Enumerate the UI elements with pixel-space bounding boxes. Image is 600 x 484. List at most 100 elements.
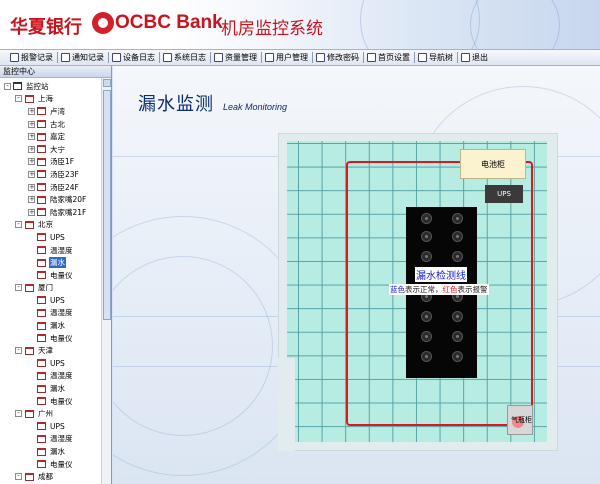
legend-alarm-word: 红色 <box>442 285 458 294</box>
toolbar-button-5[interactable]: 用户管理 <box>263 50 311 65</box>
expand-icon[interactable]: + <box>28 208 35 216</box>
rack-bolt-icon <box>452 311 463 322</box>
rack-bolt-icon <box>452 251 463 262</box>
legend-normal-word: 蓝色 <box>390 285 405 294</box>
tree-node[interactable]: 温湿度 <box>0 244 102 257</box>
rack-bolt-icon <box>452 231 463 242</box>
toolbar-button-0[interactable]: 报警记录 <box>8 50 56 65</box>
tree-node[interactable]: 电量仪 <box>0 269 102 282</box>
tree-node-label: 厦门 <box>38 283 53 293</box>
toolbar-separator <box>108 52 109 63</box>
device-folder-icon <box>25 283 34 292</box>
scroll-thumb[interactable] <box>103 90 111 320</box>
expand-icon[interactable]: + <box>28 120 35 128</box>
expand-icon[interactable]: + <box>28 145 35 153</box>
tree-node[interactable]: 温湿度 <box>0 307 102 320</box>
device-folder-icon <box>37 422 46 431</box>
tree-node[interactable]: 漏水 <box>0 445 102 458</box>
tree-node[interactable]: 温湿度 <box>0 433 102 446</box>
home-settings-icon <box>367 53 376 62</box>
tree-node[interactable]: 电量仪 <box>0 395 102 408</box>
rack-bolt-icon <box>421 213 432 224</box>
sidebar-scrollbar[interactable] <box>101 78 111 484</box>
collapse-icon[interactable]: - <box>15 473 22 481</box>
tree-node-label: 温湿度 <box>50 434 73 444</box>
tree-node[interactable]: - 成都 <box>0 470 102 483</box>
scroll-up-button[interactable] <box>103 79 111 87</box>
expand-icon[interactable]: + <box>28 196 35 204</box>
tree-node-label: 汤臣1F <box>50 157 75 167</box>
page-subtitle: Leak Monitoring <box>223 102 288 112</box>
tree-node[interactable]: 电量仪 <box>0 458 102 471</box>
expand-icon[interactable]: + <box>28 158 35 166</box>
collapse-icon[interactable]: - <box>15 284 22 292</box>
tree-node[interactable]: + 陆家嘴21F <box>0 206 102 219</box>
tree-node[interactable]: + 陆家嘴20F <box>0 193 102 206</box>
app-header: 华夏银行 OCBC Bank 机房监控系统 <box>0 0 600 80</box>
device-folder-icon <box>37 183 46 192</box>
toolbar-separator <box>457 52 458 63</box>
toolbar-separator <box>261 52 262 63</box>
toolbar-button-7[interactable]: 首页设置 <box>365 50 413 65</box>
change-password-icon <box>316 53 325 62</box>
toolbar-button-8[interactable]: 导航树 <box>416 50 456 65</box>
toolbar-button-9[interactable]: 退出 <box>459 50 491 65</box>
toolbar-button-2[interactable]: 设备日志 <box>110 50 158 65</box>
toolbar-button-6[interactable]: 修改密码 <box>314 50 362 65</box>
tree-node[interactable]: - 天津 <box>0 344 102 357</box>
battery-cabinet[interactable]: 电池柜 <box>460 149 526 179</box>
tree-node[interactable]: 漏水 <box>0 382 102 395</box>
tree-node[interactable]: UPS <box>0 231 102 244</box>
legend-normal-text: 表示正常， <box>405 285 443 294</box>
tree-node-label: 温湿度 <box>50 245 73 255</box>
tree-node[interactable]: - 广州 <box>0 407 102 420</box>
tree-node[interactable]: + 汤臣24F <box>0 181 102 194</box>
device-folder-icon <box>25 346 34 355</box>
tree-node[interactable]: - 监控站 <box>0 80 102 93</box>
bank-name-cn: 华夏银行 <box>10 17 82 38</box>
tree-node[interactable]: - 上海 <box>0 93 102 106</box>
tree-node[interactable]: 漏水 <box>0 319 102 332</box>
expand-icon[interactable]: + <box>28 133 35 141</box>
expand-icon[interactable]: + <box>28 183 35 191</box>
expand-icon[interactable]: + <box>28 170 35 178</box>
toolbar-button-3[interactable]: 系统日志 <box>161 50 209 65</box>
device-folder-icon <box>37 107 46 116</box>
device-folder-icon <box>25 220 34 229</box>
device-folder-icon <box>37 208 46 217</box>
gas-cylinder-cabinet[interactable]: 气瓶柜 <box>507 405 533 435</box>
expand-icon[interactable]: + <box>28 107 35 115</box>
tree-node[interactable]: + 汤臣1F <box>0 156 102 169</box>
tree-node[interactable]: 温湿度 <box>0 370 102 383</box>
rack-bolt-icon <box>421 311 432 322</box>
toolbar-button-1[interactable]: 通知记录 <box>59 50 107 65</box>
tree-node[interactable]: UPS <box>0 357 102 370</box>
tree-node[interactable]: + 大宁 <box>0 143 102 156</box>
toolbar-button-label: 报警记录 <box>21 53 53 62</box>
tree-node-label: 温湿度 <box>50 371 73 381</box>
tree-node[interactable]: - 厦门 <box>0 282 102 295</box>
tree-node[interactable]: 漏水 <box>0 256 102 269</box>
rack-bolt-icon <box>452 351 463 362</box>
tree-node[interactable]: UPS <box>0 420 102 433</box>
main-panel: 漏水监测 Leak Monitoring 电池柜 UPS 漏水检测线 蓝色表示正… <box>113 66 600 484</box>
collapse-icon[interactable]: - <box>15 347 22 355</box>
collapse-icon[interactable]: - <box>15 95 22 103</box>
tree-node-label: 漏水 <box>49 257 66 269</box>
tree-node[interactable]: + 古北 <box>0 118 102 131</box>
toolbar-button-label: 退出 <box>472 53 488 62</box>
tree-node[interactable]: - 北京 <box>0 219 102 232</box>
tree-node[interactable]: + 嘉定 <box>0 130 102 143</box>
ups-unit[interactable]: UPS <box>485 185 523 203</box>
tree-node-label: 卢湾 <box>50 106 65 116</box>
collapse-icon[interactable]: - <box>15 221 22 229</box>
collapse-icon[interactable]: - <box>4 82 11 90</box>
tree-node[interactable]: + 汤臣23F <box>0 168 102 181</box>
tree-node[interactable]: + 卢湾 <box>0 105 102 118</box>
tree-node[interactable]: UPS <box>0 294 102 307</box>
tree-node[interactable]: 电量仪 <box>0 332 102 345</box>
device-folder-icon <box>37 434 46 443</box>
toolbar-button-4[interactable]: 资量管理 <box>212 50 260 65</box>
collapse-icon[interactable]: - <box>15 410 22 418</box>
toolbar-separator <box>210 52 211 63</box>
